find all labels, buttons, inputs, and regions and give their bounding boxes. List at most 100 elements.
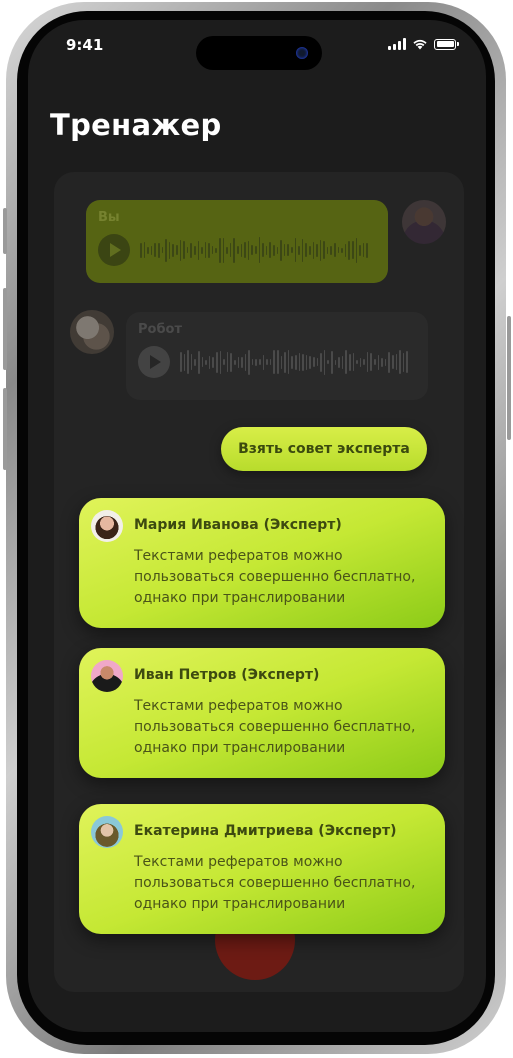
waveform-bar xyxy=(348,353,351,371)
waveform-bar xyxy=(359,357,362,367)
waveform-bar xyxy=(374,359,376,365)
waveform-bar xyxy=(326,246,329,254)
waveform-bar xyxy=(269,242,271,258)
waveform-bar xyxy=(262,243,264,257)
waveform-bar xyxy=(330,245,333,255)
waveform-bar xyxy=(262,354,265,370)
waveform-bar xyxy=(294,238,297,262)
waveform-bar xyxy=(201,357,204,367)
waveform-bar xyxy=(187,350,189,374)
robot-audio-waveform[interactable] xyxy=(180,346,408,378)
waveform-bar xyxy=(392,355,394,369)
expert-advice-text: Текстами рефератов можно пользоваться со… xyxy=(134,854,416,912)
waveform-bar xyxy=(319,239,322,261)
waveform-bar xyxy=(248,349,250,375)
power-side-button xyxy=(507,316,511,440)
expert-card[interactable]: Мария Иванова (Эксперт) Текстами реферат… xyxy=(79,498,445,628)
waveform-bar xyxy=(172,243,174,257)
play-icon[interactable] xyxy=(138,346,170,378)
waveform-bar xyxy=(330,350,333,374)
waveform-bar xyxy=(284,351,286,373)
waveform-bar xyxy=(399,350,401,374)
waveform-bar xyxy=(259,359,261,365)
waveform-bar xyxy=(223,359,225,365)
waveform-bar xyxy=(287,350,290,374)
expert-avatar xyxy=(91,510,123,542)
waveform-bar xyxy=(280,239,282,261)
waveform-bar xyxy=(251,245,253,255)
waveform-bar xyxy=(370,353,373,371)
waveform-bar xyxy=(233,237,236,263)
waveform-bar xyxy=(190,354,193,370)
waveform-bar xyxy=(334,359,337,365)
waveform-bar xyxy=(186,247,189,253)
waveform-bar xyxy=(312,241,315,259)
waveform-bar xyxy=(277,350,279,374)
waveform-bar xyxy=(265,245,268,255)
expert-avatar xyxy=(91,660,123,692)
waveform-bar xyxy=(280,355,283,369)
robot-avatar xyxy=(70,310,114,354)
waveform-bar xyxy=(305,243,307,257)
waveform-bar xyxy=(295,354,297,370)
waveform-bar xyxy=(219,237,221,263)
waveform-bar xyxy=(327,360,329,364)
waveform-bar xyxy=(197,350,200,374)
user-avatar xyxy=(402,200,446,244)
waveform-bar xyxy=(219,350,222,374)
play-icon[interactable] xyxy=(98,234,130,266)
waveform-bar xyxy=(356,360,358,364)
waveform-bar xyxy=(215,351,218,373)
waveform-bar xyxy=(348,240,351,260)
status-time: 9:41 xyxy=(66,36,104,54)
waveform-bar xyxy=(266,359,268,365)
waveform-bar xyxy=(363,359,365,365)
waveform-bar xyxy=(334,243,336,257)
expert-card[interactable]: Екатерина Дмитриева (Эксперт) Текстами р… xyxy=(79,804,445,934)
waveform-bar xyxy=(320,352,322,372)
status-icons xyxy=(388,38,459,50)
user-voice-message[interactable]: Вы xyxy=(86,200,388,283)
waveform-bar xyxy=(272,244,275,256)
robot-message-label: Робот xyxy=(138,322,183,337)
waveform-bar xyxy=(283,244,286,256)
page-title: Тренажер xyxy=(50,108,222,142)
expert-card[interactable]: Иван Петров (Эксперт) Текстами рефератов… xyxy=(79,648,445,778)
expert-name: Иван Петров (Эксперт) xyxy=(134,667,320,683)
waveform-bar xyxy=(338,356,340,368)
battery-icon xyxy=(434,38,459,50)
waveform-bar xyxy=(197,240,200,260)
waveform-bar xyxy=(406,351,408,373)
wifi-icon xyxy=(413,39,427,50)
user-audio-waveform[interactable] xyxy=(140,234,368,266)
waveform-bar xyxy=(190,242,192,258)
waveform-bar xyxy=(388,351,391,373)
waveform-bar xyxy=(298,245,300,255)
waveform-bar xyxy=(240,243,243,257)
waveform-bar xyxy=(161,247,164,253)
waveform-bar xyxy=(308,245,311,255)
waveform-bar xyxy=(366,242,368,258)
volume-up-side-button xyxy=(3,288,7,370)
waveform-bar xyxy=(352,353,355,371)
waveform-bar xyxy=(381,357,383,367)
waveform-bar xyxy=(244,242,246,258)
waveform-bar xyxy=(273,350,276,374)
waveform-bar xyxy=(168,241,171,259)
robot-voice-message[interactable]: Робот xyxy=(126,312,428,400)
waveform-bar xyxy=(154,243,156,257)
waveform-bar xyxy=(237,356,240,368)
action-side-button xyxy=(3,208,7,254)
waveform-bar xyxy=(205,359,207,365)
signal-icon xyxy=(388,38,406,50)
waveform-bar xyxy=(229,243,232,257)
waveform-bar xyxy=(180,352,182,372)
waveform-bar xyxy=(165,238,167,262)
waveform-bar xyxy=(212,356,214,368)
camera-icon xyxy=(296,47,308,59)
waveform-bar xyxy=(341,247,343,253)
ask-expert-button[interactable]: Взять совет эксперта xyxy=(221,427,427,471)
waveform-bar xyxy=(211,246,214,254)
waveform-bar xyxy=(237,246,239,254)
waveform-bar xyxy=(183,353,186,371)
